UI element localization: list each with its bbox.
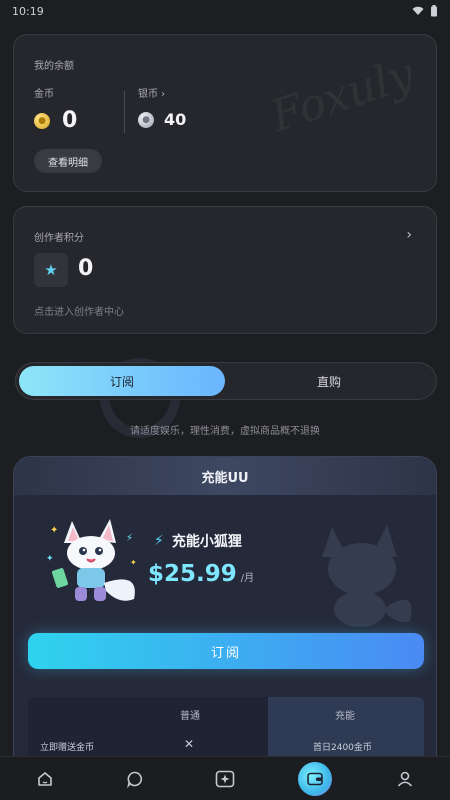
plan-name: ⚡ 充能小狐狸 <box>154 531 242 551</box>
status-time: 10:19 <box>12 4 44 18</box>
status-bar: 10:19 <box>0 0 450 22</box>
svg-text:⚡: ⚡ <box>126 533 133 544</box>
row-premium-value: 首日2400金币 <box>313 743 372 753</box>
bottom-navigation <box>0 756 450 800</box>
price-unit: /月 <box>240 573 255 584</box>
profile-icon <box>397 771 413 787</box>
column-header-premium: 充能 <box>335 711 355 722</box>
gold-value: 0 <box>62 108 78 133</box>
plan-header: 充能UU <box>14 457 436 495</box>
plan-price: $25.99 /月 <box>148 561 254 587</box>
fox-background-image <box>322 525 412 627</box>
signature-watermark: Foxuly <box>265 48 421 143</box>
gold-label: 金币 <box>34 89 54 100</box>
status-icons <box>412 5 438 17</box>
battery-icon <box>431 5 437 17</box>
creator-hint: 点击进入创作者中心 <box>34 307 124 318</box>
star-icon: ★ <box>34 253 68 287</box>
wifi-icon <box>412 6 424 15</box>
home-icon <box>38 771 52 786</box>
balance-divider <box>124 91 125 133</box>
nav-wallet[interactable] <box>295 759 335 799</box>
balance-title: 我的余额 <box>34 61 74 72</box>
creator-title: 创作者积分 <box>34 233 84 244</box>
gold-balance: 金币 ● 0 <box>34 85 77 133</box>
tab-direct-buy[interactable]: 直购 <box>226 366 432 396</box>
nav-home[interactable] <box>25 759 65 799</box>
svg-text:✦: ✦ <box>46 554 54 564</box>
svg-text:✦: ✦ <box>50 525 58 536</box>
plan-name-text: 充能小狐狸 <box>171 534 242 550</box>
consumption-notice: 请适度娱乐，理性消费，虚拟商品概不退换 <box>130 426 320 437</box>
tab-subscribe[interactable]: 订阅 <box>19 366 225 396</box>
gold-coin-icon: ● <box>34 112 50 129</box>
silver-coin-icon: ● <box>138 111 154 128</box>
silver-label[interactable]: 银币 › <box>138 85 186 100</box>
create-icon <box>215 770 235 787</box>
silver-value: 40 <box>164 110 187 129</box>
creator-points-card[interactable]: 创作者积分 › ★ 0 点击进入创作者中心 <box>13 206 437 334</box>
nav-create[interactable] <box>205 759 245 799</box>
subscribe-button[interactable]: 订阅 <box>28 633 424 669</box>
wallet-icon <box>298 761 332 796</box>
plan-card: 充能UU ✦ ⚡ ✦ ✦ ⚡ 充能小狐狸 $25.99 /月 订阅 普通 充能 … <box>13 456 437 800</box>
nav-profile[interactable] <box>385 759 425 799</box>
row-label: 立即赠送金币 <box>40 743 95 753</box>
price-amount: $25.99 <box>148 561 237 587</box>
column-header-normal: 普通 <box>180 711 200 722</box>
chevron-right-icon[interactable]: › <box>406 227 412 243</box>
silver-balance[interactable]: 银币 › ● 40 <box>138 85 186 129</box>
row-normal-value: ✕ <box>184 737 195 751</box>
creator-points-value: 0 <box>78 256 94 281</box>
purchase-tabs: 订阅 直购 <box>15 362 437 400</box>
view-details-button[interactable]: 查看明细 <box>34 149 102 173</box>
lightning-icon: ⚡ <box>154 533 164 549</box>
nav-chat[interactable] <box>115 759 155 799</box>
chat-icon <box>127 771 143 788</box>
fox-mascot-image: ✦ ⚡ ✦ ✦ <box>46 519 137 601</box>
svg-text:✦: ✦ <box>130 558 137 567</box>
balance-card: Foxuly 我的余额 金币 ● 0 银币 › ● 40 查看明细 <box>13 34 437 192</box>
